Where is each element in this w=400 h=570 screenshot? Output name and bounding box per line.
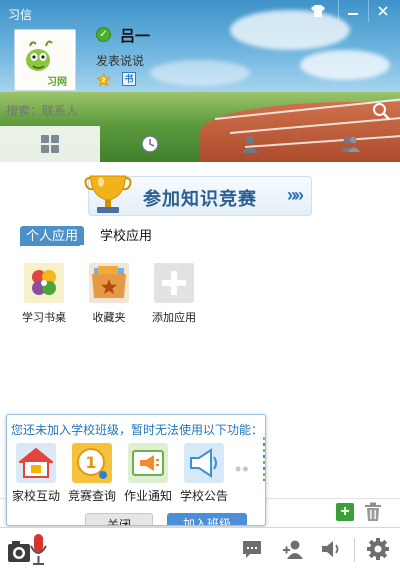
clock-icon [141,135,159,153]
mood-input[interactable]: 发表说说 [96,52,144,69]
close-window-button[interactable] [368,0,396,22]
popup-edge-decoration [263,437,265,481]
tab-school-apps[interactable]: 学校应用 [94,226,158,245]
popup-app-label: 竞赛查询 [67,489,116,503]
cloud-decoration [230,10,350,50]
volume-icon[interactable] [320,538,342,560]
search-bar [0,99,400,123]
main-tabs [0,126,400,162]
app-label: 学习书桌 [22,312,66,324]
add-contact-icon[interactable] [282,538,304,560]
app-add[interactable]: 添加应用 [152,263,196,325]
popup-message: 您还未加入学校班级，暂时无法使用以下功能： [11,423,264,437]
banner-arrows-icon: »» [286,185,304,205]
tab-groups[interactable] [300,126,400,162]
skin-icon[interactable] [304,0,332,22]
grid-icon [41,135,59,153]
close-button[interactable]: 关闭 [85,513,153,525]
person-icon [242,136,258,153]
app-category-tabs: 个人应用 学校应用 [20,226,158,246]
tab-contacts[interactable] [200,126,300,162]
popup-app-label: 作业通知 [123,489,172,503]
trash-icon[interactable] [364,502,382,522]
svg-text:1: 1 [85,453,96,472]
app-grid: 学习书桌 收藏夹 添加应用 [22,263,196,325]
popup-app-list: 家校互动 1 竞赛查询 作业通知 学校公告 [11,443,229,504]
group-icon [340,136,360,152]
footer-divider [354,538,355,562]
popup-app-homework-notice[interactable]: 作业通知 [123,443,173,504]
more-dots-icon[interactable]: •• [235,459,250,480]
plus-icon [154,263,194,303]
house-icon [16,443,56,483]
profile-header: 习信 习网 ✓ 吕一 发表说说 2 书 [0,0,400,162]
tab-underline [20,244,80,246]
popup-app-school-announcement[interactable]: 学校公告 [179,443,229,504]
online-status-icon[interactable]: ✓ [96,27,111,42]
window-title: 习信 [8,8,33,22]
popup-app-contest-query[interactable]: 1 竞赛查询 [67,443,117,504]
clover-icon [24,263,64,303]
camera-microphone-icon[interactable] [6,532,50,568]
megaphone-icon [128,443,168,483]
cloud-decoration [150,60,250,86]
footer-toolbar [0,527,400,570]
username: 吕一 [120,28,151,45]
tab-apps[interactable] [0,126,100,162]
cloud-decoration [300,50,390,80]
level-badge-icon[interactable]: 2 [96,73,111,86]
star-folder-icon [89,263,129,303]
tab-recent[interactable] [100,126,200,162]
join-class-button[interactable]: 加入班级 [167,513,247,525]
minimize-button[interactable] [338,0,366,22]
popup-app-label: 学校公告 [179,489,228,503]
trophy-icon [84,175,132,213]
app-label: 收藏夹 [92,312,126,324]
gear-icon[interactable] [367,538,389,560]
medal-icon: 1 [72,443,112,483]
search-input[interactable] [6,101,366,121]
join-class-popup: 您还未加入学校班级，暂时无法使用以下功能： 家校互动 1 竞赛查询 作业通知 学… [6,414,266,526]
add-app-button[interactable]: + [336,503,354,521]
popup-app-home-school[interactable]: 家校互动 [11,443,61,504]
banner-text: 参加知识竞赛 [143,189,257,209]
popup-app-label: 家校互动 [11,489,60,503]
app-study-desk[interactable]: 学习书桌 [22,263,66,325]
app-favorites[interactable]: 收藏夹 [87,263,131,325]
book-badge-icon[interactable]: 书 [122,72,136,86]
app-label: 添加应用 [152,312,196,324]
svg-text:2: 2 [101,77,105,84]
speaker-icon [184,443,224,483]
avatar-logo-text: 习网 [47,77,67,88]
tab-personal-apps[interactable]: 个人应用 [20,226,85,245]
chat-icon[interactable] [241,538,263,560]
search-icon[interactable] [372,102,390,120]
